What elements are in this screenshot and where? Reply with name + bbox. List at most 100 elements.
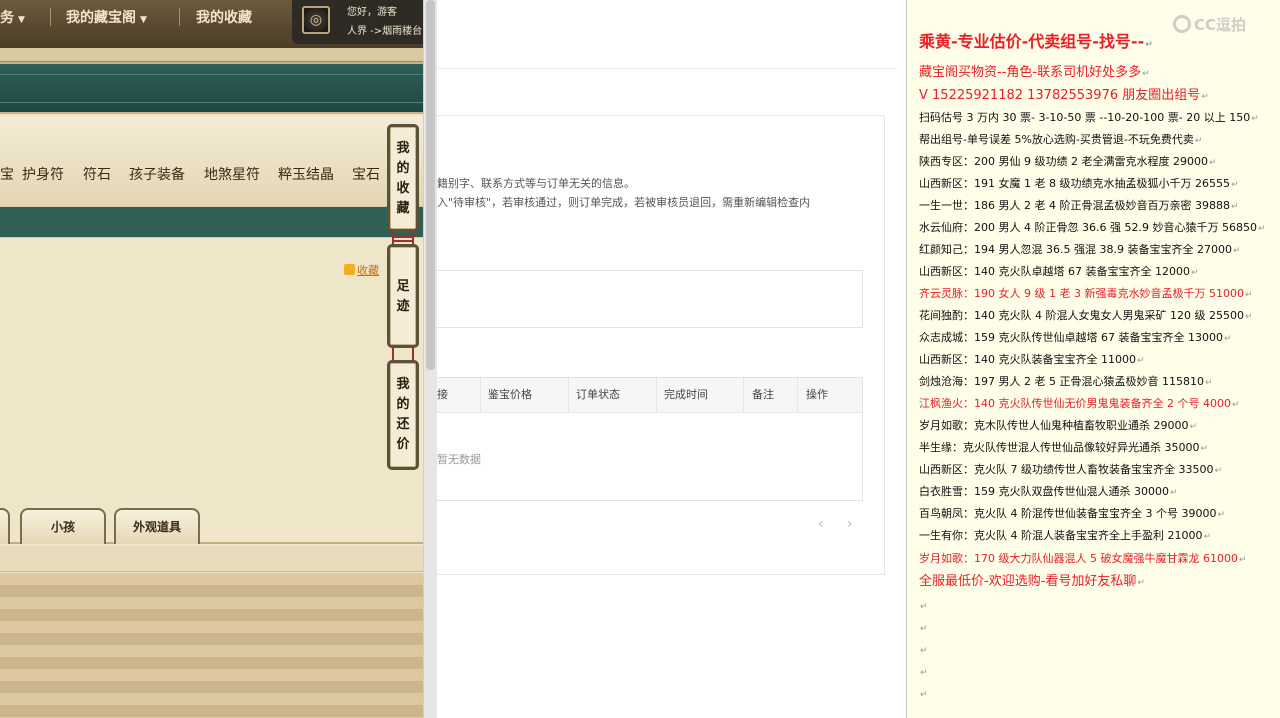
price-line-text: 一生有你：克火队 4 阶混人装备宝宝齐全上手盈利 21000: [919, 529, 1203, 542]
return-mark-icon: ↵: [1190, 268, 1199, 278]
avatar[interactable]: ◎: [302, 6, 330, 34]
price-line-text: 水云仙府：200 男人 4 阶正骨忽 36.6 强 52.9 妙音心猿千万 56…: [919, 221, 1257, 234]
column-divider: [743, 378, 744, 413]
table-header: 接 鉴宝价格 订单状态 完成时间 备注 操作: [437, 378, 862, 413]
price-line-text: 岁月如歌：170 级大力队仙器混人 5 破女魔强牛魔甘霖龙 61000: [919, 552, 1238, 565]
side-button-footprints[interactable]: 足 迹: [387, 244, 419, 348]
return-mark-icon: ↵: [1223, 334, 1232, 344]
side-char: 足: [396, 279, 410, 294]
price-line-text: 红颜知己：194 男人忽混 36.5 强混 38.9 装备宝宝齐全 27000: [919, 243, 1232, 256]
chevron-down-icon: ▼: [140, 15, 147, 25]
price-line: 山西新区：191 女魔 1 老 8 级功绩克水抽孟极狐小千万 26555↵: [919, 174, 1239, 194]
return-mark-icon: ↵: [920, 602, 928, 612]
return-mark-icon: ↵: [920, 624, 928, 634]
category-item[interactable]: 宝: [0, 164, 14, 184]
tab-kids[interactable]: 小孩: [20, 508, 106, 544]
section-header-bar: [0, 206, 423, 238]
nav-menu-my-treasure[interactable]: 我的藏宝阁 ▼: [66, 7, 147, 29]
tab-appearance-items[interactable]: 外观道具: [114, 508, 200, 544]
column-header: 备注: [752, 388, 774, 401]
price-line: 红颜知己：194 男人忽混 36.5 强混 38.9 装备宝宝齐全 27000↵: [919, 240, 1241, 260]
price-line-text: 扫码估号 3 万内 30 票- 3-10-50 票 --10-20-100 票-…: [919, 111, 1251, 124]
price-line: 白衣胜雪：159 克火队双盘传世仙混人通杀 30000↵: [919, 482, 1178, 502]
category-item[interactable]: 符石: [83, 164, 111, 184]
order-table: 接 鉴宝价格 订单状态 完成时间 备注 操作 暂无数据: [437, 377, 863, 501]
side-char: 的: [396, 161, 410, 176]
price-line-text: 剑烛沧海：197 男人 2 老 5 正骨混心猿孟极妙音 115810: [919, 375, 1204, 388]
price-line: 帮出组号-单号误差 5%放心选购-买贵管退-不玩免费代卖↵: [919, 130, 1202, 150]
price-line: ↵: [919, 684, 928, 704]
game-scrollbar[interactable]: [423, 0, 437, 718]
price-line: 江枫渔火：140 克火队传世仙无价男鬼鬼装备齐全 2 个号 4000↵: [919, 394, 1240, 414]
chevron-down-icon: ▼: [18, 15, 25, 25]
category-item[interactable]: 地煞星符: [204, 164, 260, 184]
favorite-link[interactable]: 收藏: [344, 262, 379, 278]
side-button-my-favorites[interactable]: 我 的 收 藏: [387, 124, 419, 232]
return-mark-icon: ↵: [1214, 466, 1223, 476]
return-mark-icon: ↵: [1194, 136, 1203, 146]
user-greeting: 您好，游客: [347, 7, 397, 18]
price-line: 半生缘：克火队传世混人传世仙品像较好异光通杀 35000↵: [919, 438, 1208, 458]
column-divider: [656, 378, 657, 413]
return-mark-icon: ↵: [1230, 202, 1239, 212]
nav-divider: [50, 8, 51, 26]
category-bar: 宝 护身符 符石 孩子装备 地煞星符 粹玉结晶 宝石: [0, 116, 423, 206]
price-line-text: 江枫渔火：140 克火队传世仙无价男鬼鬼装备齐全 2 个号 4000: [919, 397, 1231, 410]
header-divider: [437, 68, 897, 69]
return-mark-icon: ↵: [1238, 555, 1247, 565]
column-header: 接: [437, 388, 448, 401]
column-header: 操作: [806, 388, 828, 401]
notice-text: 入"待审核"，若审核通过，则订单完成，若被审核员退回，需重新编辑检查内: [437, 196, 811, 209]
nav-label: 我的藏宝阁: [66, 10, 136, 26]
pager-prev-button[interactable]: ‹: [818, 516, 824, 532]
return-mark-icon: ↵: [1251, 114, 1259, 124]
column-divider: [480, 378, 481, 413]
return-mark-icon: ↵: [1169, 488, 1178, 498]
tab-label: 外观道具: [132, 520, 181, 534]
price-line: V 15225921182 13782553976 朋友圈出组号↵: [919, 86, 1209, 106]
category-item[interactable]: 护身符: [22, 164, 64, 184]
return-mark-icon: ↵: [1217, 510, 1226, 520]
price-line-text: 白衣胜雪：159 克火队双盘传世仙混人通杀 30000: [919, 485, 1169, 498]
input-area[interactable]: [437, 270, 863, 328]
price-list-panel: CC逗拍 乘黄-专业估价-代卖组号-找号--↵ 藏宝阁买物资--角色-联系司机好处…: [906, 0, 1280, 718]
price-line: ↵: [919, 662, 928, 682]
price-line: 水云仙府：200 男人 4 阶正骨忽 36.6 强 52.9 妙音心猿千万 56…: [919, 218, 1266, 238]
column-header: 订单状态: [576, 388, 620, 401]
favorite-label: 收藏: [357, 264, 379, 277]
watermark-logo-icon: [1173, 15, 1191, 33]
return-mark-icon: ↵: [920, 668, 928, 678]
banner-stripe: [0, 74, 423, 75]
price-line-text: 花间独酌：140 克火队 4 阶混人女鬼女人男鬼采矿 120 级 25500: [919, 309, 1244, 322]
category-item[interactable]: 宝石: [352, 164, 380, 184]
price-line: 花间独酌：140 克火队 4 阶混人女鬼女人男鬼采矿 120 级 25500↵: [919, 306, 1253, 326]
price-line-text: 藏宝阁买物资--角色-联系司机好处多多: [919, 65, 1142, 80]
price-line-text: 帮出组号-单号误差 5%放心选购-买贵管退-不玩免费代卖: [919, 133, 1194, 146]
price-line: 百鸟朝凤：克火队 4 阶混传世仙装备宝宝齐全 3 个号 39000↵: [919, 504, 1225, 524]
price-line-text: 百鸟朝凤：克火队 4 阶混传世仙装备宝宝齐全 3 个号 39000: [919, 507, 1217, 520]
tab-previous[interactable]: [0, 508, 10, 544]
side-char: 的: [396, 397, 410, 412]
nav-menu-services[interactable]: 务 ▼: [0, 7, 25, 29]
pager-next-button[interactable]: ›: [847, 516, 853, 532]
banner-stripe: [0, 102, 423, 103]
price-line: 岁月如歌：170 级大力队仙器混人 5 破女魔强牛魔甘霖龙 61000↵: [919, 549, 1247, 569]
category-item[interactable]: 粹玉结晶: [278, 164, 334, 184]
game-top-nav: 务 ▼ 我的藏宝阁 ▼ 我的收藏 ◎ 您好，游客 人界 ->烟雨楼台: [0, 0, 423, 48]
return-mark-icon: ↵: [1232, 246, 1241, 256]
price-line-text: 山西新区：191 女魔 1 老 8 级功绩克水抽孟极狐小千万 26555: [919, 177, 1230, 190]
category-item[interactable]: 孩子装备: [129, 164, 185, 184]
return-mark-icon: ↵: [1244, 312, 1253, 322]
price-line-text: 半生缘：克火队传世混人传世仙品像较好异光通杀 35000: [919, 441, 1200, 454]
scrollbar-thumb[interactable]: [426, 0, 435, 370]
price-line: 扫码估号 3 万内 30 票- 3-10-50 票 --10-20-100 票-…: [919, 108, 1259, 128]
price-line: ↵: [919, 640, 928, 660]
side-char: 还: [396, 417, 410, 432]
price-line: 藏宝阁买物资--角色-联系司机好处多多↵: [919, 63, 1150, 83]
price-line-text: 一生一世：186 男人 2 老 4 阶正骨混孟极妙音百万亲密 39888: [919, 199, 1230, 212]
side-button-my-offers[interactable]: 我 的 还 价: [387, 360, 419, 470]
nav-my-favorites[interactable]: 我的收藏: [196, 7, 252, 29]
tab-label: 小孩: [50, 520, 75, 534]
user-location[interactable]: 人界 ->烟雨楼台: [347, 22, 422, 37]
item-tab-row: 小孩 外观道具: [0, 508, 423, 544]
